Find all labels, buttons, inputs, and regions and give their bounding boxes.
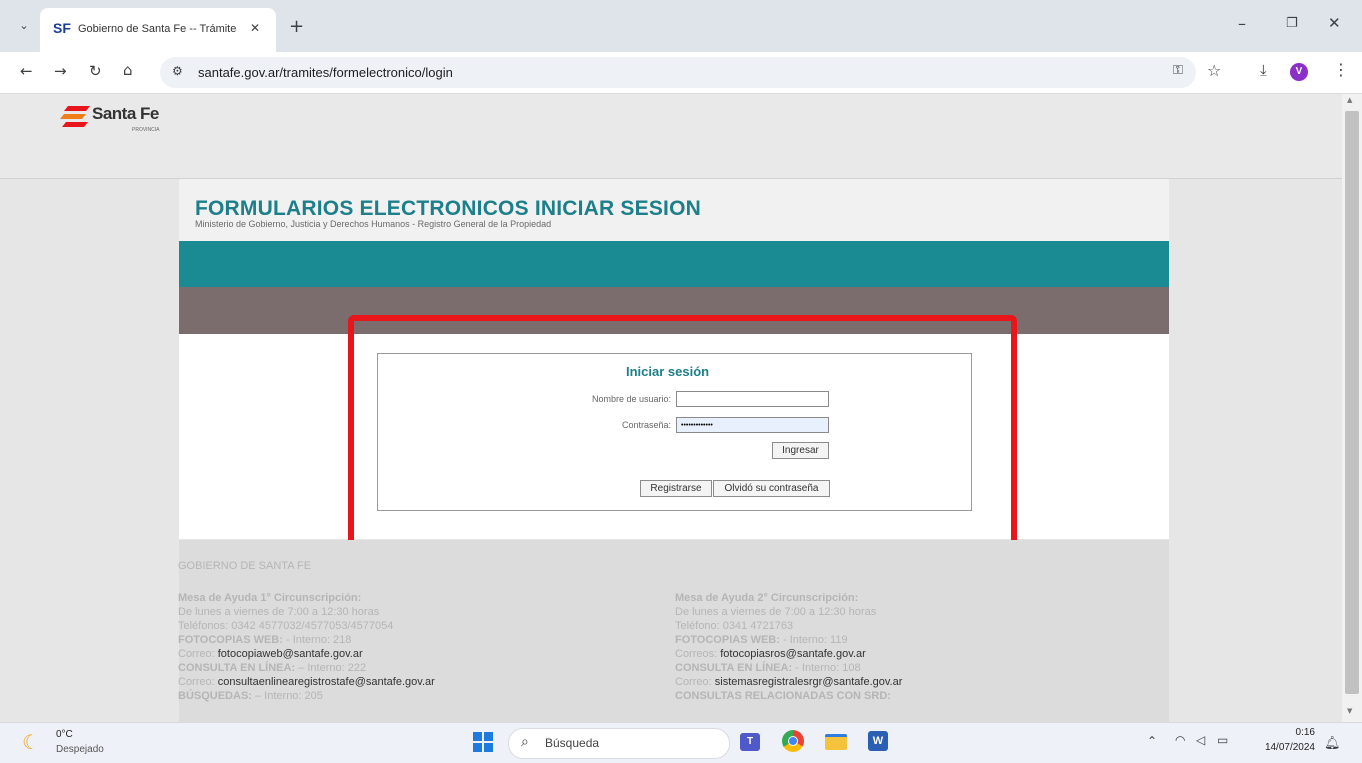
col1-busquedas-label: BÚSQUEDAS: [178,690,252,702]
col1-busquedas-int: – Interno: 205 [251,690,323,702]
col2-correo2: Correo: sistemasregistralesrgr@santafe.g… [675,676,902,688]
santa-fe-logo[interactable]: Santa Fe PROVINCIA [60,104,180,144]
col1-consulta-label: CONSULTA EN LÍNEA: [178,662,296,674]
highlight-rectangle [348,315,1017,551]
col2-correo1: Correos: fotocopiasros@santafe.gov.ar [675,648,866,660]
chrome-center [788,736,798,746]
logo-subtext: PROVINCIA [132,127,160,133]
start-tile-3 [473,743,482,752]
col2-fotocopias-label: FOTOCOPIAS WEB: [675,634,780,646]
taskbar-search-placeholder: Búsqueda [545,736,600,750]
url-text: santafe.gov.ar/tramites/formelectronico/… [198,65,453,80]
weather-widget[interactable]: ☾ 0°C Despejado [20,727,130,759]
col2-consulta: CONSULTA EN LÍNEA: - Interno: 108 [675,662,861,674]
taskbar-search[interactable]: ⌕ Búsqueda [508,728,730,759]
tab-title: Gobierno de Santa Fe -- Trámite [78,23,237,35]
logo-text: Santa Fe [92,104,159,123]
col2-phones: Teléfono: 0341 4721763 [675,620,794,632]
col2-correo2-label: Correo: [675,676,712,688]
col2-fotocopias: FOTOCOPIAS WEB: - Interno: 119 [675,634,848,646]
minimize-icon[interactable]: – [1238,14,1246,33]
col2-fotocopias-int: - Interno: 119 [779,634,848,646]
footer-heading: GOBIERNO DE SANTA FE [178,560,312,572]
col1-correo1: Correo: fotocopiaweb@santafe.gov.ar [178,648,363,660]
password-key-icon[interactable]: ⚿ [1173,63,1183,78]
page-viewport: Santa Fe PROVINCIA FORMULARIOS ELECTRONI… [0,94,1342,722]
col2-hours: De lunes a viernes de 7:00 a 12:30 horas [675,606,877,618]
back-icon[interactable]: ← [20,62,33,80]
tab-search-chevron-down-icon[interactable]: ⌄ [14,16,34,36]
file-explorer-icon[interactable] [825,734,847,750]
page-title: FORMULARIOS ELECTRONICOS INICIAR SESION [195,197,701,220]
word-icon[interactable]: W [868,731,888,751]
col2-consulta-int: - Interno: 108 [792,662,861,674]
reload-icon[interactable]: ↻ [89,62,102,80]
col2-title: Mesa de Ayuda 2° Circunscripción: [675,592,859,604]
col1-correo2: Correo: consultaenlinearegistrostafe@san… [178,676,435,688]
col1-fotocopias-int: - Interno: 218 [282,634,352,646]
col1-hours: De lunes a viernes de 7:00 a 12:30 horas [178,606,380,618]
page-subtitle: Ministerio de Gobierno, Justicia y Derec… [195,219,552,229]
start-tile-4 [484,743,493,752]
battery-icon[interactable]: ▭ [1217,733,1228,747]
scroll-down-icon[interactable]: ▼ [1347,707,1352,715]
col2-relacionadas-label: CONSULTAS RELACIONADAS CON SRD: [675,690,891,702]
clock-time[interactable]: 0:16 [1275,727,1315,738]
col1-correo2-link[interactable]: consultaenlinearegistrostafe@santafe.gov… [218,676,435,688]
home-icon[interactable]: ⌂ [123,61,133,79]
volume-icon[interactable]: ◁ [1196,733,1205,747]
col1-busquedas: BÚSQUEDAS: – Interno: 205 [178,690,323,702]
profile-initial: V [1295,66,1303,77]
col1-fotocopias-label: FOTOCOPIAS WEB: [178,634,283,646]
favicon-icon: SF [53,20,71,36]
windows-start-icon[interactable] [473,732,493,752]
restore-icon[interactable]: ❐ [1286,16,1298,31]
teams-icon[interactable]: T [740,733,760,751]
download-icon[interactable]: ⤓ [1260,61,1267,79]
forward-icon[interactable]: → [54,62,67,80]
col1-correo1-label: Correo: [178,648,215,660]
scrollbar-thumb[interactable] [1345,111,1359,694]
col1-consulta-int: – Interno: 222 [295,662,367,674]
menu-icon[interactable]: ⋮ [1333,60,1349,79]
col2-correo2-link[interactable]: sistemasregistralesrgr@santafe.gov.ar [715,676,903,688]
logo-stripes-icon [60,106,90,127]
address-bar[interactable]: ⚙ santafe.gov.ar/tramites/formelectronic… [160,57,1196,88]
col2-correo1-label: Correos: [675,648,718,660]
notification-bell-icon[interactable]: 🔔︎ [1324,736,1341,751]
site-header [0,94,1342,179]
teal-banner [179,241,1169,287]
chrome-icon[interactable] [782,730,804,752]
start-tile-2 [484,732,493,741]
weather-desc: Despejado [56,744,104,755]
site-settings-icon[interactable]: ⚙ [172,64,183,78]
col1-fotocopias: FOTOCOPIAS WEB: - Interno: 218 [178,634,351,646]
col2-correo1-link[interactable]: fotocopiasros@santafe.gov.ar [720,648,866,660]
bookmark-star-icon[interactable]: ☆ [1207,61,1221,80]
col1-consulta: CONSULTA EN LÍNEA: – Interno: 222 [178,662,366,674]
new-tab-button[interactable]: + [289,16,304,37]
start-tile-1 [473,732,482,741]
tab-close-icon[interactable]: ✕ [250,21,260,35]
col2-consulta-label: CONSULTA EN LÍNEA: [675,662,793,674]
col1-correo2-label: Correo: [178,676,215,688]
weather-temp: 0°C [56,729,73,740]
chevron-up-icon[interactable]: ⌃ [1147,734,1157,748]
weather-moon-icon: ☾ [22,730,40,754]
scroll-up-icon[interactable]: ▲ [1347,96,1352,104]
close-icon[interactable]: ✕ [1328,14,1341,32]
search-icon: ⌕ [521,734,529,750]
col2-relacionadas: CONSULTAS RELACIONADAS CON SRD: [675,690,891,702]
col1-correo1-link[interactable]: fotocopiaweb@santafe.gov.ar [218,648,363,660]
clock-date[interactable]: 14/07/2024 [1251,742,1315,753]
browser-tab[interactable]: SF Gobierno de Santa Fe -- Trámite ✕ [40,8,276,52]
wifi-icon[interactable]: ◠ [1175,733,1185,747]
profile-avatar[interactable]: V [1290,63,1308,81]
col1-title: Mesa de Ayuda 1° Circunscripción: [178,592,362,604]
col1-phones: Teléfonos: 0342 4577032/4577053/4577054 [178,620,394,632]
